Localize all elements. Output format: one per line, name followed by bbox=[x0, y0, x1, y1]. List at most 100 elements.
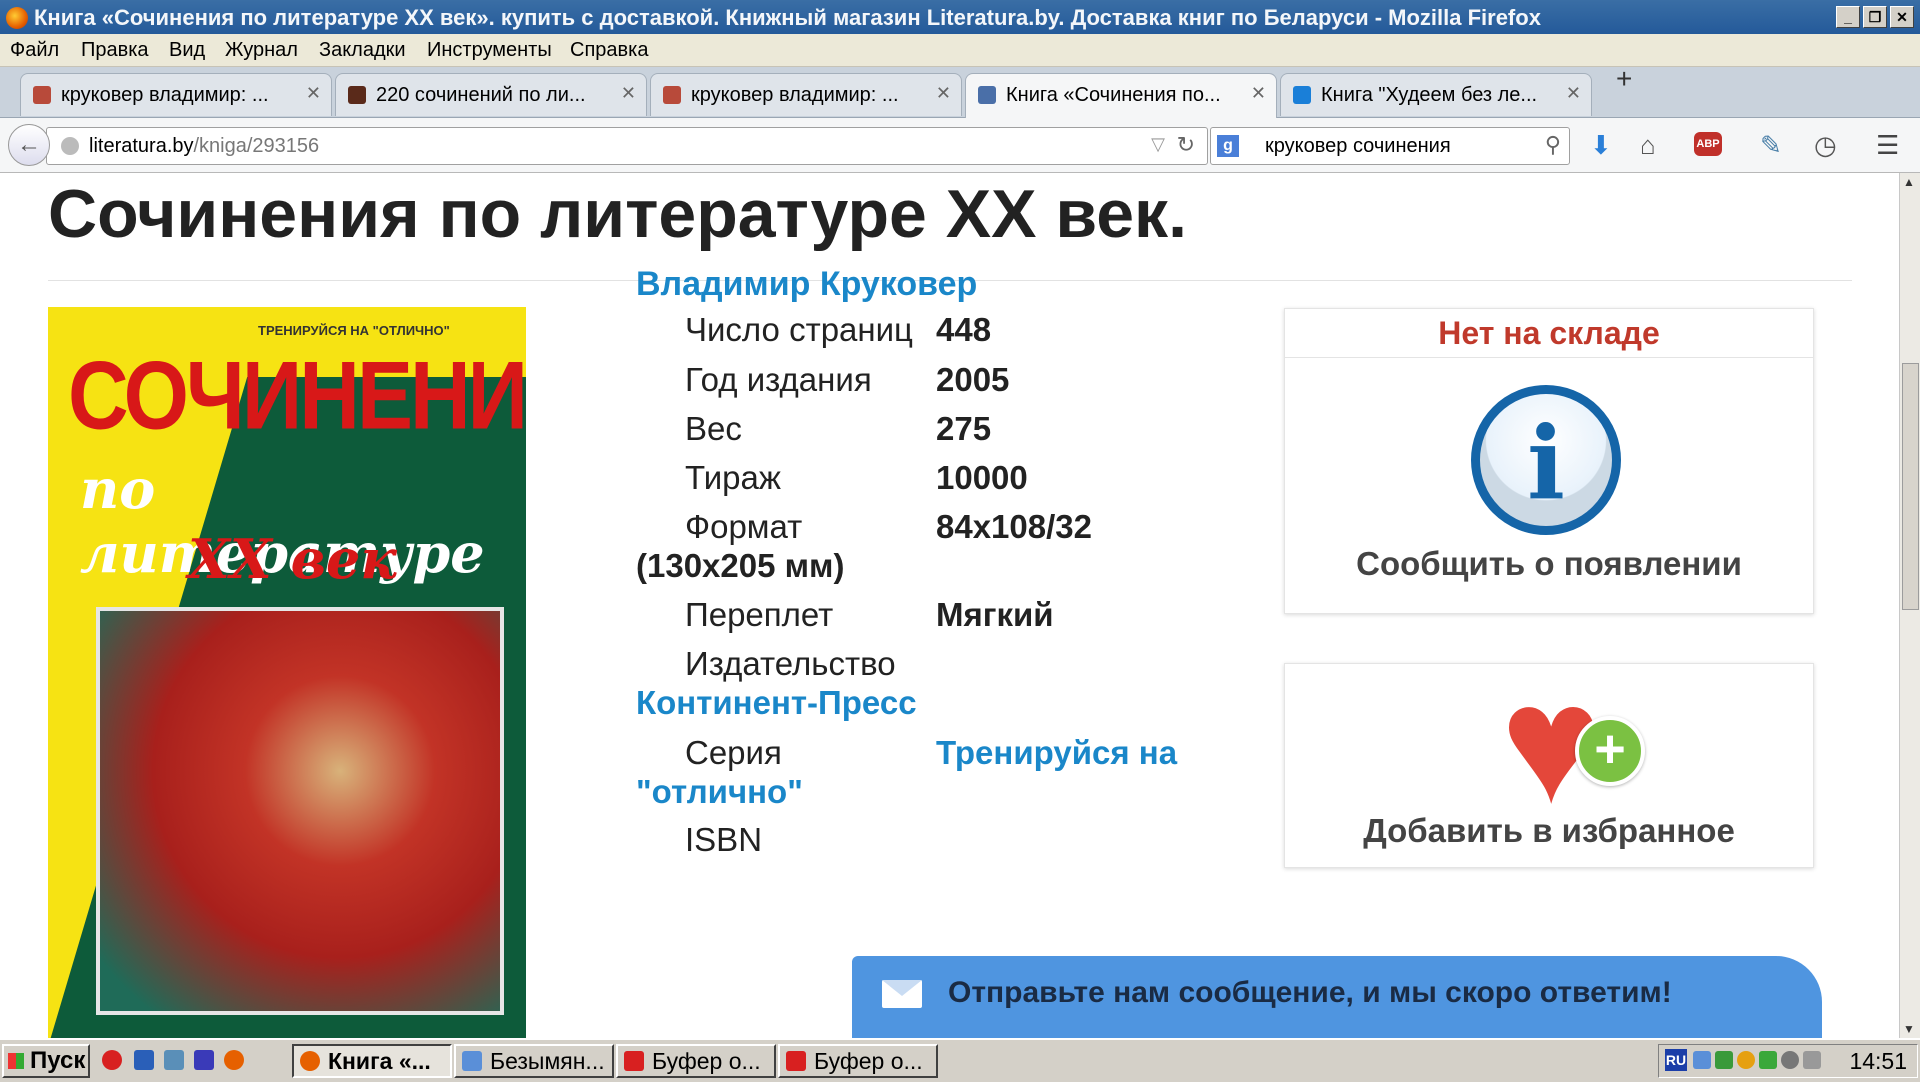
firefox-task-icon bbox=[300, 1051, 320, 1071]
cover-painting bbox=[96, 607, 504, 1015]
task-clipboard-2[interactable]: Буфер о... bbox=[778, 1044, 938, 1078]
paint-task-icon bbox=[462, 1051, 482, 1071]
tab-label: круковер владимир: ... bbox=[61, 84, 269, 106]
publisher-label: Издательство bbox=[685, 645, 896, 682]
clock: 14:51 bbox=[1849, 1048, 1907, 1074]
download-icon[interactable]: ⬇ bbox=[1590, 130, 1612, 161]
window-title: Книга «Сочинения по литературе XX век». … bbox=[34, 5, 1541, 30]
book-cover-image[interactable]: ТРЕНИРУЙСЯ НА "ОТЛИЧНО" СОЧИНЕНИЯ по лит… bbox=[48, 307, 526, 1038]
menu-bookmarks[interactable]: Закладки bbox=[319, 39, 406, 62]
minimize-button[interactable]: _ bbox=[1836, 6, 1860, 28]
back-arrow-icon: ← bbox=[17, 131, 41, 158]
url-bar[interactable]: literatura.by/kniga/293156 ▽ ↻ bbox=[46, 127, 1208, 165]
message-widget[interactable]: Отправьте нам сообщение, и мы скоро отве… bbox=[852, 956, 1822, 1038]
tab-close-icon[interactable]: ✕ bbox=[306, 83, 321, 104]
firefox-quicklaunch-icon[interactable] bbox=[224, 1050, 244, 1070]
security-icon[interactable] bbox=[1715, 1051, 1733, 1069]
tab-3[interactable]: круковер владимир: ... ✕ bbox=[650, 73, 962, 116]
tab-close-icon[interactable]: ✕ bbox=[1251, 83, 1266, 104]
new-tab-button[interactable]: + bbox=[1616, 63, 1632, 95]
menu-tools[interactable]: Инструменты bbox=[427, 39, 552, 62]
url-text: literatura.by/kniga/293156 bbox=[89, 135, 320, 157]
task-clipboard-1[interactable]: Буфер о... bbox=[616, 1044, 776, 1078]
restore-button[interactable]: ❐ bbox=[1863, 6, 1887, 28]
site-identity-icon[interactable] bbox=[61, 137, 79, 155]
tab-bar: круковер владимир: ... ✕ 220 сочинений п… bbox=[0, 63, 1920, 118]
url-dropdown-icon[interactable]: ▽ bbox=[1151, 134, 1165, 155]
add-favorite-button[interactable]: Добавить в избранное bbox=[1285, 812, 1813, 850]
series-link-cont[interactable]: "отлично" bbox=[636, 773, 803, 811]
volume-icon[interactable] bbox=[1803, 1051, 1821, 1069]
network-icon[interactable] bbox=[1693, 1051, 1711, 1069]
system-tray: RU 14:51 bbox=[1658, 1044, 1918, 1078]
search-bar[interactable]: g круковер сочинения ⚲ bbox=[1210, 127, 1570, 165]
favorite-card: ♥ + Добавить в избранное bbox=[1284, 659, 1814, 868]
tab-2[interactable]: 220 сочинений по ли... ✕ bbox=[335, 73, 647, 116]
menu-help[interactable]: Справка bbox=[570, 39, 648, 62]
tools-icon[interactable]: ✎ bbox=[1760, 130, 1782, 161]
menu-icon[interactable]: ☰ bbox=[1876, 130, 1899, 161]
info-icon[interactable]: i bbox=[1471, 385, 1621, 535]
page-title: Сочинения по литературе XX век. bbox=[48, 176, 1187, 252]
plus-icon: + bbox=[1575, 716, 1645, 786]
format-value: 84x108/32 bbox=[936, 508, 1092, 545]
tab-close-icon[interactable]: ✕ bbox=[936, 83, 951, 104]
scroll-up-icon[interactable]: ▲ bbox=[1903, 175, 1915, 189]
opera-icon[interactable] bbox=[102, 1050, 122, 1070]
menu-file[interactable]: Файл bbox=[10, 39, 59, 62]
clipboard-task-icon bbox=[786, 1051, 806, 1071]
tab-label: 220 сочинений по ли... bbox=[376, 84, 586, 106]
save-icon[interactable] bbox=[194, 1050, 214, 1070]
search-engine-icon[interactable]: g bbox=[1217, 135, 1239, 157]
format-label: Формат bbox=[685, 508, 803, 545]
run-value: 10000 bbox=[936, 459, 1028, 496]
binding-value: Мягкий bbox=[936, 596, 1054, 633]
start-button[interactable]: Пуск bbox=[2, 1044, 90, 1078]
page-scrollbar[interactable]: ▲ ▼ bbox=[1899, 173, 1920, 1038]
navigation-bar: literatura.by/kniga/293156 ▽ ↻ ← g круко… bbox=[0, 118, 1920, 173]
tab-label: Книга «Сочинения по... bbox=[1006, 84, 1221, 106]
tab-favicon-icon bbox=[1293, 86, 1311, 104]
tab-4-active[interactable]: Книга «Сочинения по... ✕ bbox=[965, 73, 1277, 118]
menu-view[interactable]: Вид bbox=[169, 39, 205, 62]
tab-close-icon[interactable]: ✕ bbox=[621, 83, 636, 104]
update-icon[interactable] bbox=[1737, 1051, 1755, 1069]
clipboard-task-icon bbox=[624, 1051, 644, 1071]
menu-edit[interactable]: Правка bbox=[81, 39, 149, 62]
back-button[interactable]: ← bbox=[8, 124, 50, 166]
run-label: Тираж bbox=[685, 459, 781, 496]
tab-label: Книга "Худеем без ле... bbox=[1321, 84, 1538, 106]
publisher-link[interactable]: Континент-Пресс bbox=[636, 684, 917, 722]
close-window-button[interactable]: ✕ bbox=[1890, 6, 1914, 28]
shield-icon[interactable] bbox=[1759, 1051, 1777, 1069]
scrollbar-thumb[interactable] bbox=[1902, 363, 1919, 610]
settings-icon[interactable] bbox=[1781, 1051, 1799, 1069]
word-icon[interactable] bbox=[134, 1050, 154, 1070]
desktop-icon[interactable] bbox=[164, 1050, 184, 1070]
scroll-down-icon[interactable]: ▼ bbox=[1903, 1022, 1915, 1036]
search-input[interactable]: круковер сочинения bbox=[1265, 135, 1451, 158]
history-icon[interactable]: ◷ bbox=[1814, 130, 1837, 161]
home-icon[interactable]: ⌂ bbox=[1640, 130, 1656, 161]
cover-subtitle-2: XX век bbox=[188, 527, 397, 591]
format-size: (130x205 мм) bbox=[636, 547, 845, 584]
firefox-icon bbox=[6, 7, 28, 29]
tab-close-icon[interactable]: ✕ bbox=[1566, 83, 1581, 104]
series-link[interactable]: Тренируйся на bbox=[936, 734, 1177, 772]
tab-5[interactable]: Книга "Худеем без ле... ✕ bbox=[1280, 73, 1592, 116]
tab-favicon-icon bbox=[978, 86, 996, 104]
tab-favicon-icon bbox=[33, 86, 51, 104]
pages-label: Число страниц bbox=[685, 311, 913, 348]
task-firefox[interactable]: Книга «... bbox=[292, 1044, 452, 1078]
reload-icon[interactable]: ↻ bbox=[1177, 132, 1195, 158]
message-widget-text: Отправьте нам сообщение, и мы скоро отве… bbox=[948, 976, 1672, 1009]
tab-1[interactable]: круковер владимир: ... ✕ bbox=[20, 73, 332, 116]
task-paint[interactable]: Безымян... bbox=[454, 1044, 614, 1078]
notify-button[interactable]: Сообщить о появлении bbox=[1285, 545, 1813, 583]
search-icon[interactable]: ⚲ bbox=[1545, 132, 1561, 158]
adblock-icon[interactable]: ABP bbox=[1694, 132, 1722, 156]
menu-history[interactable]: Журнал bbox=[225, 39, 298, 62]
language-indicator[interactable]: RU bbox=[1665, 1049, 1687, 1071]
os-taskbar: Пуск Книга «... Безымян... Буфер о... Бу… bbox=[0, 1038, 1920, 1082]
author-link[interactable]: Владимир Круковер bbox=[636, 265, 977, 304]
